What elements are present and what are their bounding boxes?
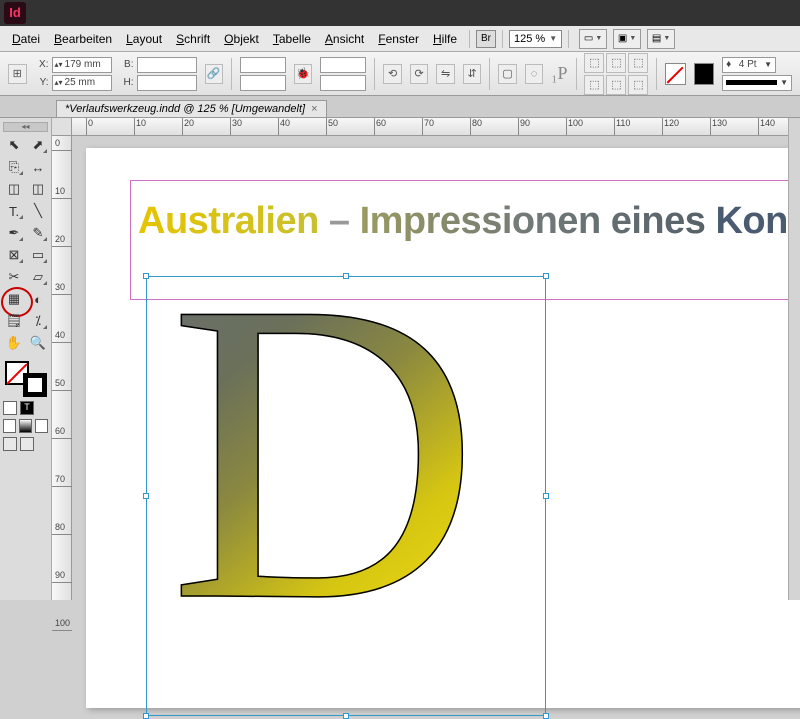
fill-stroke-proxy[interactable] [3, 359, 49, 397]
w-input[interactable] [137, 57, 197, 73]
gradient-feather-tool[interactable]: ◐ [27, 289, 49, 309]
zoom-level[interactable]: 125 %▼ [509, 30, 562, 48]
pencil-tool[interactable]: ✎ [27, 223, 49, 243]
apply-container-icon[interactable] [3, 401, 17, 415]
align-4-icon[interactable]: ⬚ [584, 75, 604, 95]
fill-swatch[interactable] [665, 63, 685, 85]
arrange-icon[interactable]: ▤▼ [647, 29, 675, 49]
menu-ansicht[interactable]: Ansicht [319, 29, 370, 49]
flip-h-icon[interactable]: ⇋ [436, 64, 455, 84]
h-label: H: [120, 77, 134, 88]
tool-panel: ◂◂ ⬉ ⬈ ⎘ ↔ ◫ ◫ T. ╲ ✒ ✎ ⊠ ▭ ✂ ▱ ▦ ◐ 🗒 ⁒ … [0, 118, 52, 600]
corner-radius-icon[interactable]: ▢ [498, 64, 517, 84]
menu-datei[interactable]: Datei [6, 29, 46, 49]
selection-tool[interactable]: ⬉ [3, 135, 25, 155]
free-transform-tool[interactable]: ▱ [27, 267, 49, 287]
y-label: Y: [35, 77, 49, 88]
normal-view-icon[interactable] [3, 437, 17, 451]
scissors-tool[interactable]: ✂ [3, 267, 25, 287]
scale-x-input[interactable] [240, 57, 286, 73]
selected-frame[interactable]: D [146, 276, 546, 716]
bridge-button[interactable]: Br [476, 30, 496, 48]
direct-selection-tool[interactable]: ⬈ [27, 135, 49, 155]
view-options-icon[interactable]: ▭▼ [579, 29, 607, 49]
apply-none-icon[interactable] [3, 419, 16, 433]
stroke-style-input[interactable]: ▼ [722, 75, 792, 91]
app-icon: Id [4, 2, 26, 24]
menu-bar: Datei Bearbeiten Layout Schrift Objekt T… [0, 26, 800, 52]
document-window[interactable]: 0102030405060708090100110120130140150 01… [52, 118, 800, 600]
screen-mode-icon[interactable]: ▣▼ [613, 29, 641, 49]
line-tool[interactable]: ╲ [27, 201, 49, 221]
menu-layout[interactable]: Layout [120, 29, 168, 49]
rectangle-frame-tool[interactable]: ⊠ [3, 245, 25, 265]
stroke-weight-input[interactable]: ♦4 Pt▼ [722, 57, 776, 73]
stroke-swatch[interactable] [694, 63, 714, 85]
menu-fenster[interactable]: Fenster [372, 29, 425, 49]
align-2-icon[interactable]: ⬚ [606, 53, 626, 73]
gradient-swatch-tool[interactable]: ▦ [3, 289, 25, 309]
dashed-icon[interactable]: ◌ [525, 64, 544, 84]
apply-text-icon[interactable]: T [20, 401, 34, 415]
page-tool[interactable]: ⎘ [3, 157, 25, 177]
menu-objekt[interactable]: Objekt [218, 29, 265, 49]
rotate-cw-icon[interactable]: ⟳ [410, 64, 429, 84]
document-tab-title: *Verlaufswerkzeug.indd @ 125 % [Umgewand… [65, 103, 305, 115]
document-tab[interactable]: *Verlaufswerkzeug.indd @ 125 % [Umgewand… [56, 100, 327, 117]
type-tool[interactable]: T. [3, 201, 25, 221]
close-tab-icon[interactable]: × [311, 103, 317, 115]
eyedropper-tool[interactable]: ⁒ [27, 311, 49, 331]
content-collector-tool[interactable]: ◫ [3, 179, 25, 199]
y-input[interactable]: ▴▾25 mm [52, 75, 112, 91]
horizontal-ruler[interactable]: 0102030405060708090100110120130140150 [72, 118, 800, 136]
gap-tool[interactable]: ↔ [27, 157, 49, 177]
note-tool[interactable]: 🗒 [3, 311, 25, 331]
x-input[interactable]: ▴▾179 mm [52, 57, 112, 73]
ref-point-icon[interactable]: ⊞ [8, 64, 27, 84]
page[interactable]: Australien – Impressionen eines Konti D [86, 148, 800, 708]
stroke-proxy-icon[interactable] [23, 373, 47, 397]
vertical-ruler[interactable]: 0102030405060708090100 [52, 136, 72, 600]
menu-bearbeiten[interactable]: Bearbeiten [48, 29, 118, 49]
rotate-ccw-icon[interactable]: ⟲ [383, 64, 402, 84]
apply-color-icon[interactable] [35, 419, 48, 433]
rotate-input[interactable] [320, 57, 366, 73]
align-6-icon[interactable]: ⬚ [628, 75, 648, 95]
x-label: X: [35, 59, 49, 70]
menu-hilfe[interactable]: Hilfe [427, 29, 463, 49]
shear-input[interactable] [320, 75, 366, 91]
pen-tool[interactable]: ✒ [3, 223, 25, 243]
h-input[interactable] [137, 75, 197, 91]
ruler-origin[interactable] [52, 118, 72, 136]
w-label: B: [120, 59, 134, 70]
panel-collapse-icon[interactable]: ◂◂ [3, 122, 48, 132]
apply-gradient-icon[interactable] [19, 419, 32, 433]
menu-schrift[interactable]: Schrift [170, 29, 216, 49]
scale-y-input[interactable] [240, 75, 286, 91]
bug-icon[interactable]: 🐞 [294, 64, 313, 84]
drop-cap-letter: D [169, 263, 480, 641]
constrain-icon[interactable]: 🔗 [205, 64, 224, 84]
control-bar: ⊞ X:▴▾179 mm Y:▴▾25 mm B: H: 🔗 🐞 ⟲ ⟳ ⇋ ⇵… [0, 52, 800, 96]
flip-v-icon[interactable]: ⇵ [463, 64, 482, 84]
content-placer-tool[interactable]: ◫ [27, 179, 49, 199]
zoom-tool[interactable]: 🔍 [27, 333, 49, 353]
align-1-icon[interactable]: ⬚ [584, 53, 604, 73]
paragraph-icon[interactable]: ₁P [551, 63, 567, 84]
align-3-icon[interactable]: ⬚ [628, 53, 648, 73]
preview-view-icon[interactable] [20, 437, 34, 451]
hand-tool[interactable]: ✋ [3, 333, 25, 353]
rectangle-tool[interactable]: ▭ [27, 245, 49, 265]
right-panel-strip[interactable] [788, 118, 800, 600]
menu-tabelle[interactable]: Tabelle [267, 29, 317, 49]
align-5-icon[interactable]: ⬚ [606, 75, 626, 95]
